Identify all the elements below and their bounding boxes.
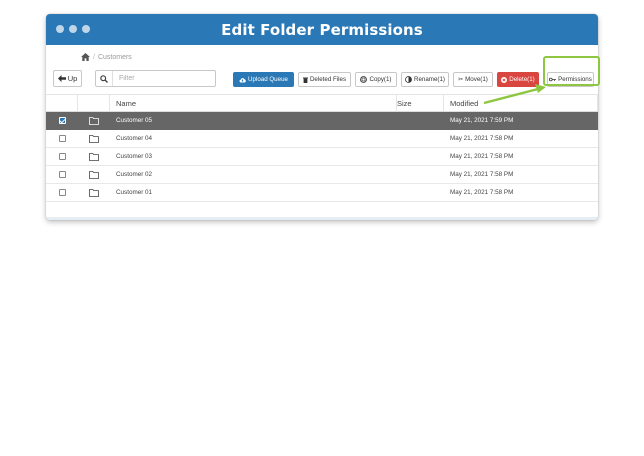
row-modified: May 21, 2021 7:58 PM — [450, 153, 514, 160]
folder-icon — [89, 170, 99, 179]
trash-icon — [302, 77, 308, 83]
arrow-left-icon — [57, 75, 66, 82]
delete-button[interactable]: Delete(1) — [497, 72, 539, 87]
window-title: Edit Folder Permissions — [221, 20, 423, 39]
scissors-icon: ✂ — [458, 77, 464, 83]
move-label: Move(1) — [465, 76, 488, 83]
rename-button[interactable]: Rename(1) — [401, 72, 449, 87]
folder-icon — [89, 152, 99, 161]
row-checkbox[interactable] — [58, 135, 66, 142]
maximize-dot[interactable] — [82, 25, 90, 33]
cloud-upload-icon — [239, 77, 246, 82]
row-modified: May 21, 2021 7:59 PM — [450, 117, 514, 124]
row-name[interactable]: Customer 01 — [110, 189, 397, 196]
folder-icon — [89, 116, 99, 125]
folder-icon — [89, 134, 99, 143]
breadcrumb: / Customers — [81, 53, 132, 61]
row-checkbox[interactable] — [58, 153, 66, 160]
move-button[interactable]: ✂ Move(1) — [453, 72, 493, 87]
table-row[interactable]: Customer 04 May 21, 2021 7:58 PM — [46, 130, 598, 148]
minimize-dot[interactable] — [69, 25, 77, 33]
table-header: Name Size Modified — [46, 94, 598, 112]
home-icon[interactable] — [81, 53, 90, 61]
filter-box — [95, 70, 216, 87]
delete-circle-icon — [501, 76, 508, 83]
table-row[interactable]: Customer 02 May 21, 2021 7:58 PM — [46, 166, 598, 184]
row-modified: May 21, 2021 7:58 PM — [450, 135, 514, 142]
deleted-files-button[interactable]: Deleted Files — [298, 72, 351, 87]
up-button-label: Up — [67, 74, 78, 83]
filter-input[interactable] — [113, 75, 213, 82]
rename-label: Rename(1) — [414, 76, 445, 83]
close-dot[interactable] — [56, 25, 64, 33]
table-row[interactable]: Customer 01 May 21, 2021 7:58 PM — [46, 184, 598, 202]
toolbar: / Customers Up Upload Queue — [46, 45, 598, 95]
row-checkbox[interactable] — [58, 117, 66, 124]
row-modified: May 21, 2021 7:58 PM — [450, 171, 514, 178]
search-icon-box — [96, 71, 113, 86]
header-select-col[interactable] — [46, 95, 78, 111]
table-row[interactable]: Customer 03 May 21, 2021 7:58 PM — [46, 148, 598, 166]
up-button[interactable]: Up — [53, 70, 82, 87]
file-table: Name Size Modified Customer 05 May 21, 2… — [46, 94, 598, 202]
row-name[interactable]: Customer 05 — [110, 117, 397, 124]
header-size[interactable]: Size — [397, 95, 444, 111]
table-row[interactable]: Customer 05 May 21, 2021 7:59 PM — [46, 112, 598, 130]
copy-icon — [360, 76, 368, 83]
folder-icon — [89, 188, 99, 197]
title-bar: Edit Folder Permissions — [46, 14, 598, 45]
row-checkbox[interactable] — [58, 189, 66, 196]
row-name[interactable]: Customer 02 — [110, 171, 397, 178]
row-modified: May 21, 2021 7:58 PM — [450, 189, 514, 196]
row-name[interactable]: Customer 04 — [110, 135, 397, 142]
header-icon-col — [78, 95, 110, 111]
header-name[interactable]: Name — [110, 95, 397, 111]
search-icon — [100, 74, 108, 83]
copy-label: Copy(1) — [369, 76, 392, 83]
breadcrumb-current[interactable]: Customers — [98, 54, 132, 61]
deleted-files-label: Deleted Files — [309, 76, 347, 83]
header-modified[interactable]: Modified — [444, 95, 598, 111]
permissions-highlight-box — [543, 56, 600, 86]
window-controls — [56, 25, 90, 33]
rename-icon — [405, 76, 412, 83]
window-bottom-border — [46, 217, 598, 220]
edit-folder-permissions-window: Edit Folder Permissions / Customers Up F… — [46, 14, 598, 220]
delete-label: Delete(1) — [509, 76, 535, 83]
upload-queue-button[interactable]: Upload Queue — [233, 72, 294, 87]
breadcrumb-separator: / — [93, 53, 95, 61]
row-checkbox[interactable] — [58, 171, 66, 178]
row-name[interactable]: Customer 03 — [110, 153, 397, 160]
upload-queue-label: Upload Queue — [248, 76, 288, 83]
copy-button[interactable]: Copy(1) — [355, 72, 397, 87]
